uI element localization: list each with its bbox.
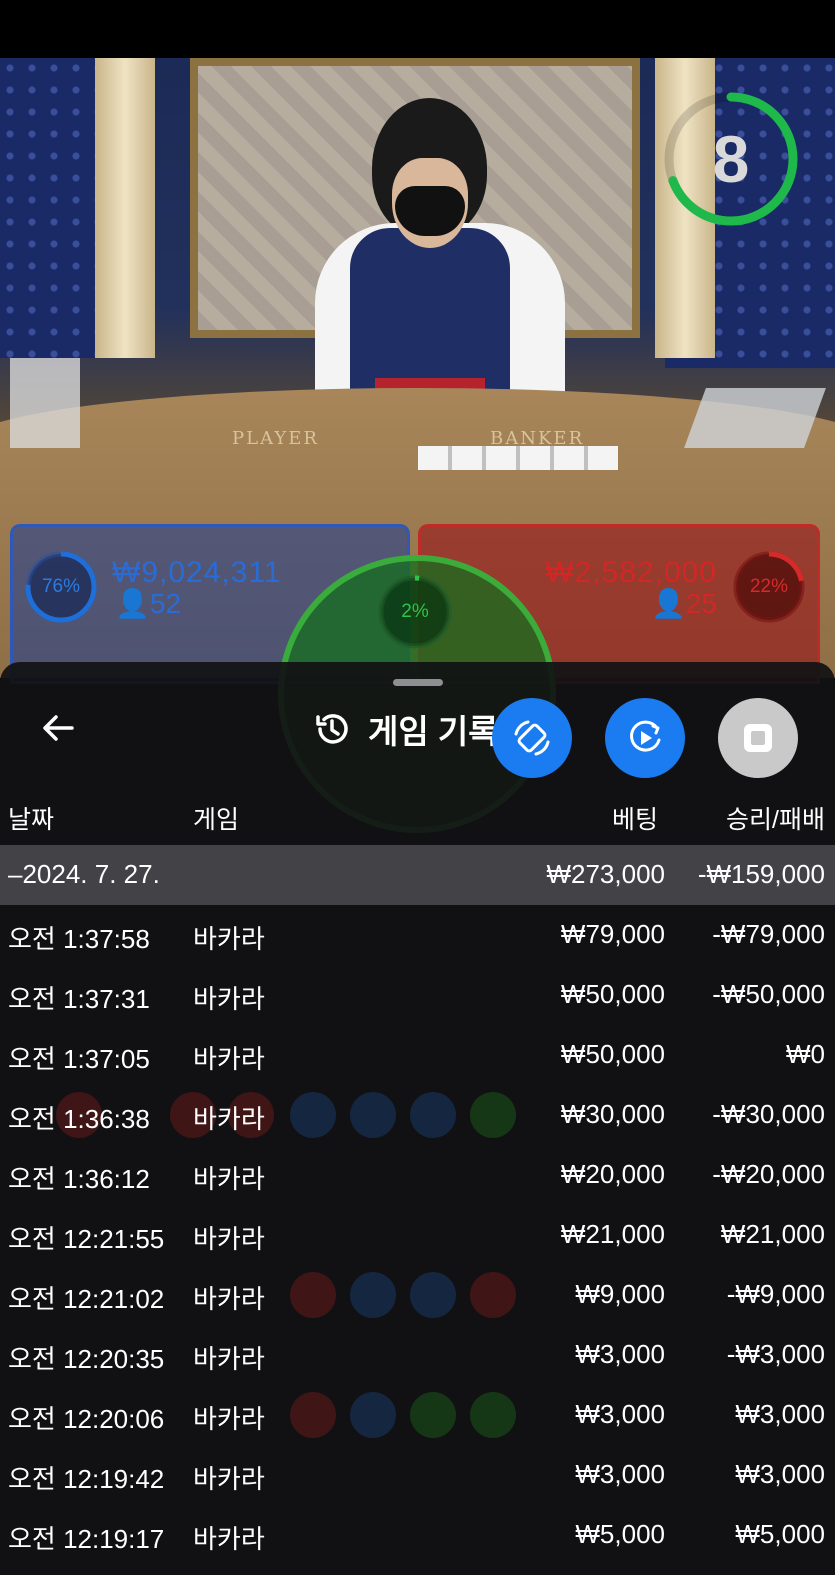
row-bet: ₩3,000 — [575, 1339, 665, 1369]
date-group-result-total: -₩159,000 — [697, 859, 825, 889]
row-time: 오전 12:20:06 — [8, 1404, 165, 1434]
panel-header: 게임 기록 — [312, 704, 499, 754]
row-result: -₩79,000 — [712, 919, 825, 949]
row-bet: ₩20,000 — [560, 1159, 665, 1189]
column-game: 게임 — [193, 806, 240, 834]
date-group-bet-total: ₩273,000 — [546, 859, 665, 889]
row-time: 오전 12:19:42 — [8, 1464, 165, 1494]
stop-recording-button[interactable] — [718, 698, 798, 778]
row-game: 바카라 — [193, 1224, 265, 1254]
date-group-label: –2024. 7. 27. — [8, 859, 160, 889]
dealer-mask — [395, 186, 465, 236]
row-time: 오전 12:19:17 — [8, 1524, 165, 1554]
panel-title: 게임 기록 — [368, 713, 499, 750]
row-time: 오전 12:20:35 — [8, 1344, 165, 1374]
player-bet-amount: ₩9,024,311 — [112, 556, 282, 589]
history-row[interactable]: 오전 12:19:42 바카라 ₩3,000 ₩3,000 — [0, 1445, 835, 1505]
screen-record-button[interactable] — [605, 698, 685, 778]
row-result: -₩50,000 — [712, 979, 825, 1009]
card-shoe — [684, 388, 826, 448]
history-row[interactable]: 오전 1:37:31 바카라 ₩50,000 -₩50,000 — [0, 965, 835, 1025]
row-game: 바카라 — [193, 1404, 265, 1434]
row-bet: ₩3,000 — [575, 1459, 665, 1489]
column-bet: 베팅 — [611, 806, 658, 834]
card-discard-tray — [10, 358, 80, 448]
row-time: 오전 12:21:02 — [8, 1284, 165, 1314]
playing-cards — [418, 446, 618, 470]
history-row[interactable]: 오전 12:20:35 바카라 ₩3,000 -₩3,000 — [0, 1325, 835, 1385]
row-bet: ₩9,000 — [575, 1279, 665, 1309]
row-game: 바카라 — [193, 1284, 265, 1314]
user-icon: 👤 — [115, 588, 150, 619]
row-time: 오전 1:36:12 — [8, 1164, 150, 1194]
history-table-body: –2024. 7. 27. ₩273,000 -₩159,000 오전 1:37… — [0, 845, 835, 1565]
row-game: 바카라 — [193, 1164, 265, 1194]
row-result: ₩21,000 — [720, 1219, 825, 1249]
row-result: -₩30,000 — [712, 1099, 825, 1129]
banker-bet-amount: ₩2,582,000 — [545, 556, 717, 589]
row-bet: ₩5,000 — [575, 1519, 665, 1549]
screen-record-icon — [630, 720, 661, 752]
row-result: -₩3,000 — [726, 1339, 825, 1369]
row-game: 바카라 — [193, 924, 265, 954]
stop-icon — [744, 724, 772, 752]
history-icon — [316, 714, 348, 744]
row-result: ₩0 — [786, 1039, 825, 1069]
row-bet: ₩79,000 — [560, 919, 665, 949]
history-row[interactable]: 오전 12:19:17 바카라 ₩5,000 ₩5,000 — [0, 1505, 835, 1565]
row-time: 오전 12:21:55 — [8, 1224, 165, 1254]
table-label-player: PLAYER — [232, 428, 319, 449]
sheet-drag-handle[interactable] — [393, 679, 443, 686]
banker-bettor-count: 👤25 — [650, 588, 717, 619]
tie-percent: 2% — [401, 601, 429, 622]
row-game: 바카라 — [193, 1524, 265, 1554]
history-row[interactable]: 오전 12:21:55 바카라 ₩21,000 ₩21,000 — [0, 1205, 835, 1265]
row-game: 바카라 — [193, 1344, 265, 1374]
row-time: 오전 1:37:31 — [8, 984, 150, 1014]
user-icon: 👤 — [650, 588, 686, 619]
row-result: ₩5,000 — [735, 1519, 825, 1549]
history-row[interactable]: 오전 12:21:02 바카라 ₩9,000 -₩9,000 — [0, 1265, 835, 1325]
screen-rotate-button[interactable] — [492, 698, 572, 778]
row-time: 오전 1:37:58 — [8, 924, 150, 954]
row-bet: ₩50,000 — [560, 1039, 665, 1069]
row-game: 바카라 — [193, 1104, 265, 1134]
row-bet: ₩30,000 — [560, 1099, 665, 1129]
player-bettor-count: 👤52 — [115, 588, 182, 619]
row-result: -₩20,000 — [712, 1159, 825, 1189]
date-group-row[interactable]: –2024. 7. 27. ₩273,000 -₩159,000 — [0, 845, 835, 905]
back-arrow-icon[interactable] — [38, 707, 80, 749]
row-result: ₩3,000 — [735, 1459, 825, 1489]
history-row[interactable]: 오전 1:37:58 바카라 ₩79,000 -₩79,000 — [0, 905, 835, 965]
row-result: -₩9,000 — [726, 1279, 825, 1309]
row-game: 바카라 — [193, 1464, 265, 1494]
history-row[interactable]: 오전 1:37:05 바카라 ₩50,000 ₩0 — [0, 1025, 835, 1085]
player-percent: 76% — [41, 576, 81, 597]
game-history-sheet: 게임 기록 날짜 게임 베팅 승리/패배 –2024. 7. 27. ₩273,… — [0, 662, 835, 1575]
row-game: 바카라 — [193, 984, 265, 1014]
row-game: 바카라 — [193, 1044, 265, 1074]
countdown-number: 8 — [712, 122, 750, 196]
column-result: 승리/패배 — [726, 806, 825, 834]
history-row[interactable]: 오전 12:20:06 바카라 ₩3,000 ₩3,000 — [0, 1385, 835, 1445]
row-bet: ₩21,000 — [560, 1219, 665, 1249]
row-time: 오전 1:37:05 — [8, 1044, 150, 1074]
history-row[interactable]: 오전 1:36:12 바카라 ₩20,000 -₩20,000 — [0, 1145, 835, 1205]
row-result: ₩3,000 — [735, 1399, 825, 1429]
table-header: 날짜 게임 베팅 승리/패배 — [0, 790, 835, 842]
column-date: 날짜 — [8, 806, 55, 834]
history-row[interactable]: 오전 1:36:38 바카라 ₩30,000 -₩30,000 — [0, 1085, 835, 1145]
banker-percent: 22% — [749, 576, 789, 597]
status-bar — [0, 0, 835, 58]
pillar-left — [95, 58, 155, 358]
screen-rotate-icon — [514, 720, 550, 756]
row-time: 오전 1:36:38 — [8, 1104, 150, 1134]
row-bet: ₩50,000 — [560, 979, 665, 1009]
row-bet: ₩3,000 — [575, 1399, 665, 1429]
